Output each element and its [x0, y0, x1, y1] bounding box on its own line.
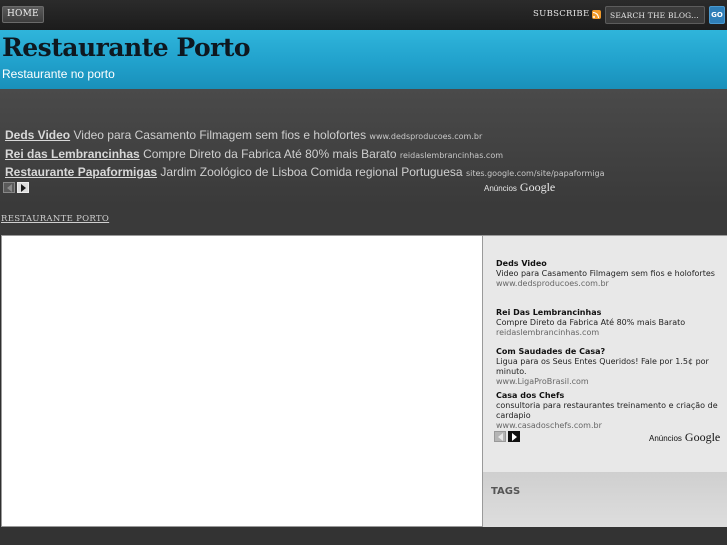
tags-widget: TAGS [483, 472, 727, 528]
arrow-right-icon [511, 432, 517, 441]
rss-icon [592, 9, 602, 19]
ad-title[interactable]: Restaurante Papaformigas [5, 165, 157, 179]
sidebar-ad-title[interactable]: Casa dos Chefs [496, 391, 726, 401]
sidebar-ad[interactable]: Deds Video Video para Casamento Filmagem… [496, 259, 726, 289]
arrow-left-icon [497, 432, 503, 441]
ad-prev-button[interactable] [3, 182, 15, 193]
sidebar-ad-text: Video para Casamento Filmagem sem fios e… [496, 269, 715, 278]
ads-by-google[interactable]: Anúncios Google [484, 180, 555, 195]
top-nav-bar: HOME SUBSCRIBE GO [0, 0, 727, 30]
sidebar-ad-url[interactable]: www.dedsproducoes.com.br [496, 279, 726, 289]
ad-item[interactable]: Rei das Lembrancinhas Compre Direto da F… [5, 147, 503, 161]
sidebar-ad-text: Ligua para os Seus Entes Queridos! Fale … [496, 357, 709, 376]
ad-url[interactable]: www.dedsproducoes.com.br [369, 132, 482, 141]
arrow-right-icon [20, 183, 26, 192]
sidebar-ad[interactable]: Casa dos Chefs consultoria para restaura… [496, 391, 726, 431]
breadcrumb-bar: RESTAURANTE PORTO [0, 206, 727, 235]
ads-by-label: Anúncios [484, 184, 517, 193]
sidebar-ad-title[interactable]: Rei Das Lembrancinhas [496, 308, 726, 318]
sidebar-ad-next-button[interactable] [508, 431, 520, 442]
search-input[interactable] [605, 6, 705, 24]
ad-text: Video para Casamento Filmagem sem fios e… [73, 128, 367, 142]
breadcrumb[interactable]: RESTAURANTE PORTO [1, 214, 109, 224]
sidebar-ad-prev-button[interactable] [494, 431, 506, 442]
ad-url[interactable]: reidaslembrancinhas.com [400, 151, 503, 160]
sidebar: Deds Video Video para Casamento Filmagem… [483, 235, 727, 528]
top-ad-band: Deds Video Video para Casamento Filmagem… [0, 89, 727, 206]
ad-title[interactable]: Deds Video [5, 128, 70, 142]
sidebar-ad[interactable]: Com Saudades de Casa? Ligua para os Seus… [496, 347, 726, 387]
ad-url[interactable]: sites.google.com/site/papaformiga [466, 169, 605, 178]
main-content [1, 235, 483, 527]
arrow-left-icon [6, 183, 12, 192]
ad-item[interactable]: Deds Video Video para Casamento Filmagem… [5, 128, 482, 142]
home-button[interactable]: HOME [2, 6, 44, 23]
sidebar-ad-url[interactable]: www.LigaProBrasil.com [496, 377, 726, 387]
footer [0, 527, 727, 545]
sidebar-ad-title[interactable]: Deds Video [496, 259, 726, 269]
sidebar-ad-text: Compre Direto da Fabrica Até 80% mais Ba… [496, 318, 686, 327]
google-logo: Google [519, 180, 556, 194]
subscribe-label: SUBSCRIBE [533, 9, 590, 19]
ad-title[interactable]: Rei das Lembrancinhas [5, 147, 140, 161]
site-description: Restaurante no porto [2, 67, 115, 81]
ads-by-label: Anúncios [649, 434, 682, 443]
ad-next-button[interactable] [17, 182, 29, 193]
subscribe-link[interactable]: SUBSCRIBE [533, 9, 602, 19]
ad-item[interactable]: Restaurante Papaformigas Jardim Zoológic… [5, 165, 604, 179]
site-title[interactable]: Restaurante Porto [2, 33, 251, 62]
ad-text: Jardim Zoológico de Lisboa Comida region… [160, 165, 463, 179]
search-go-button[interactable]: GO [709, 6, 725, 24]
sidebar-ad-title[interactable]: Com Saudades de Casa? [496, 347, 726, 357]
sidebar-ad-url[interactable]: reidaslembrancinhas.com [496, 328, 726, 338]
sidebar-ad[interactable]: Rei Das Lembrancinhas Compre Direto da F… [496, 308, 726, 338]
site-header: Restaurante Porto Restaurante no porto [0, 30, 727, 89]
google-logo: Google [684, 430, 721, 444]
tags-title: TAGS [491, 486, 521, 497]
ads-by-google[interactable]: Anúncios Google [649, 430, 720, 445]
sidebar-ad-text: consultoria para restaurantes treinament… [496, 401, 718, 420]
ad-text: Compre Direto da Fabrica Até 80% mais Ba… [143, 147, 397, 161]
